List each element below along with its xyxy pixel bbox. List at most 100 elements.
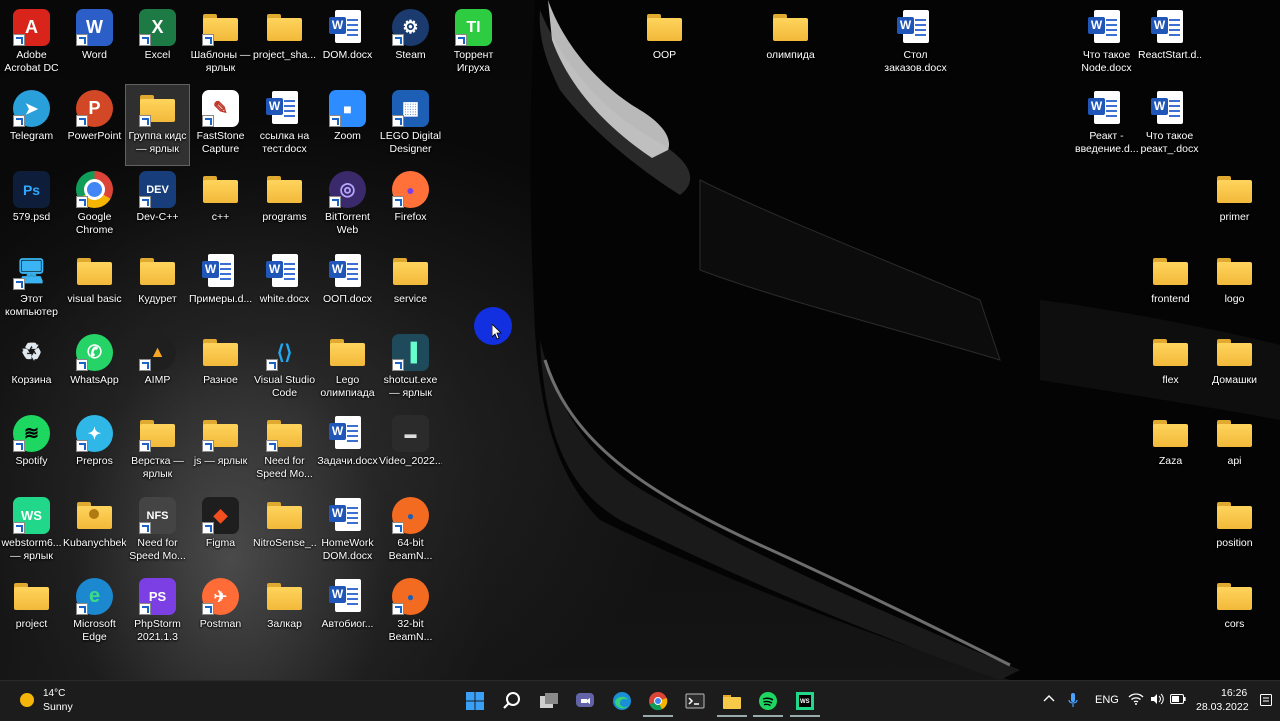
task-view-button[interactable] <box>534 687 564 715</box>
tray-battery[interactable] <box>1170 694 1186 707</box>
desktop-icon-frontend[interactable]: frontend <box>1139 248 1202 328</box>
desktop-icon-домашки[interactable]: Домашки <box>1203 329 1266 409</box>
folder-icon <box>1216 171 1253 208</box>
desktop-icon-programs[interactable]: programs <box>253 166 316 246</box>
desktop-icon-разное[interactable]: Разное <box>189 329 252 409</box>
taskbar-spotify[interactable] <box>753 687 783 717</box>
tray-volume[interactable] <box>1150 693 1164 708</box>
desktop-icon-что-такое-node-docx[interactable]: W Что такое Node.docx <box>1075 4 1138 84</box>
desktop-icon-ссылка-на-тест-docx[interactable]: Wссылка на тест.docx <box>253 85 316 165</box>
desktop-icon-project[interactable]: project <box>0 573 63 653</box>
desktop-icon-lego-digital-designer[interactable]: ▦ LEGO Digital Designer <box>379 85 442 165</box>
desktop-icon-группа-кидс-ярлык[interactable]: Группа кидс — ярлык <box>125 84 190 166</box>
language-indicator[interactable]: ENG <box>1095 694 1119 706</box>
taskbar-terminal[interactable] <box>680 687 710 715</box>
desktop-icon-dom-docx[interactable]: W DOM.docx <box>316 4 379 84</box>
desktop-icon-spotify[interactable]: ≋ Spotify <box>0 410 63 490</box>
desktop-icon-webstorm6-ярлык[interactable]: WS webstorm6... — ярлык <box>0 492 63 572</box>
taskbar-webstorm[interactable]: WS <box>790 687 820 717</box>
desktop-icon-оор[interactable]: ООР <box>633 4 696 84</box>
desktop-icon-lego-олимпиада[interactable]: Lego олимпиада <box>316 329 379 409</box>
desktop-icon-need-for-speed-mo[interactable]: NFS Need for Speed Mo... <box>126 492 189 572</box>
desktop-icon-корзина[interactable]: ♻ Корзина <box>0 329 63 409</box>
desktop-icon-faststone-capture[interactable]: ✎ FastStone Capture <box>189 85 252 165</box>
folder-icon <box>1216 415 1253 452</box>
clock-date[interactable]: 28.03.2022 <box>1196 701 1249 713</box>
desktop-icon-dev-c[interactable]: DEV Dev-C++ <box>126 166 189 246</box>
desktop-icon-need-for-speed-mo[interactable]: Need for Speed Mo... <box>253 410 316 490</box>
chat-button[interactable] <box>570 687 600 715</box>
desktop-icon-задачи-docx[interactable]: W Задачи.docx <box>316 410 379 490</box>
desktop-icon-logo[interactable]: logo <box>1203 248 1266 328</box>
desktop-icon-word[interactable]: W Word <box>63 4 126 84</box>
desktop-icon-telegram[interactable]: ➤ Telegram <box>0 85 63 165</box>
tray-microphone[interactable] <box>1068 692 1078 711</box>
clock-time[interactable]: 16:26 <box>1221 687 1247 699</box>
desktop-icon-залкар[interactable]: Залкар <box>253 573 316 653</box>
desktop-icon-этот-компьютер[interactable]: 🖥 Этот компьютер <box>0 248 63 328</box>
desktop-icon-service[interactable]: service <box>379 248 442 328</box>
desktop-icon-white-docx[interactable]: Wwhite.docx <box>253 248 316 328</box>
desktop-icon-nitrosense[interactable]: NitroSense_... <box>253 492 316 572</box>
weather-widget[interactable]: 14°C Sunny <box>14 687 104 715</box>
desktop-icon-shotcut-exe-ярлык[interactable]: ▐ shotcut.exe — ярлык <box>379 329 442 409</box>
taskbar-chrome[interactable] <box>643 687 673 717</box>
desktop-icon-excel[interactable]: X Excel <box>126 4 189 84</box>
tray-notifications[interactable] <box>1260 694 1272 709</box>
desktop-icon-primer[interactable]: primer <box>1203 166 1266 246</box>
desktop-icon-торрент-игруха[interactable]: TI Торрент Игруха <box>442 4 505 84</box>
desktop-icon-реакт-введение-d[interactable]: W Реакт - введение.d... <box>1075 85 1138 165</box>
desktop-icon-video-2022[interactable]: ▬ Video_2022... <box>379 410 442 490</box>
desktop-icon-что-такое-реакт-docx[interactable]: W Что такое реакт_.docx <box>1138 85 1201 165</box>
desktop-icon-prepros[interactable]: ✦ Prepros <box>63 410 126 490</box>
tray-chevron[interactable] <box>1043 693 1055 706</box>
desktop-icon-postman[interactable]: ✈ Postman <box>189 573 252 653</box>
desktop-icon-cors[interactable]: cors <box>1203 573 1266 653</box>
desktop-icon-bittorrent-web[interactable]: ◎ BitTorrent Web <box>316 166 379 246</box>
desktop-icon-visual-studio-code[interactable]: ⟨⟩ Visual Studio Code <box>253 329 316 409</box>
desktop-icon-microsoft-edge[interactable]: e Microsoft Edge <box>63 573 126 653</box>
desktop-icon-label: Что такое Node.docx <box>1081 49 1132 74</box>
desktop-icon-64-bit-beamn[interactable]: ● 64-bit BeamN... <box>379 492 442 572</box>
desktop-icon-label: Примеры.d... <box>189 293 252 305</box>
desktop-icon-js-ярлык[interactable]: js — ярлык <box>189 410 252 490</box>
desktop-icon-powerpoint[interactable]: P PowerPoint <box>63 85 126 165</box>
desktop-icon-32-bit-beamn[interactable]: ● 32-bit BeamN... <box>379 573 442 653</box>
start-button[interactable] <box>460 687 490 715</box>
desktop-icon-homework-dom-docx[interactable]: W HomeWork DOM.docx <box>316 492 379 572</box>
tray-network[interactable] <box>1128 693 1144 708</box>
desktop-icon-google-chrome[interactable]: Google Chrome <box>63 166 126 246</box>
desktop-icon-zaza[interactable]: Zaza <box>1139 410 1202 490</box>
desktop-icon-steam[interactable]: ⚙ Steam <box>379 4 442 84</box>
desktop-icon-label: Кудурет <box>138 293 177 305</box>
edge-icon <box>613 692 631 710</box>
desktop-icon-flex[interactable]: flex <box>1139 329 1202 409</box>
desktop-icon-579-psd[interactable]: Ps 579.psd <box>0 166 63 246</box>
desktop-icon-zoom[interactable]: ■ Zoom <box>316 85 379 165</box>
desktop-icon-c[interactable]: c++ <box>189 166 252 246</box>
desktop-icon-reactstart-d[interactable]: W ReactStart.d... <box>1138 4 1201 84</box>
taskbar-edge[interactable] <box>607 687 637 715</box>
desktop-icon-whatsapp[interactable]: ✆ WhatsApp <box>63 329 126 409</box>
desktop-icon-api[interactable]: api <box>1203 410 1266 490</box>
desktop-icon-кудурет[interactable]: Кудурет <box>126 248 189 328</box>
desktop-icon-phpstorm-2021-1-3[interactable]: PS PhpStorm 2021.1.3 <box>126 573 189 653</box>
desktop-icon-автобиог[interactable]: W Автобиог... <box>316 573 379 653</box>
desktop-icon-visual-basic[interactable]: visual basic <box>63 248 126 328</box>
desktop-icon-adobe-acrobat-dc[interactable]: A Adobe Acrobat DC <box>0 4 63 84</box>
desktop-icon-figma[interactable]: ◆ Figma <box>189 492 252 572</box>
desktop-icon-стол-заказов-docx[interactable]: W Стол заказов.docx <box>884 4 947 84</box>
desktop-icon-firefox[interactable]: ● Firefox <box>379 166 442 246</box>
desktop-icon-kubanychbek[interactable]: Kubanychbek <box>63 492 126 572</box>
taskbar-file-explorer[interactable] <box>717 687 747 717</box>
desktop-icon-верстка-ярлык[interactable]: Верстка — ярлык <box>126 410 189 490</box>
desktop-icon-ооп-docx[interactable]: W ООП.docx <box>316 248 379 328</box>
desktop-icon-примеры-d[interactable]: W Примеры.d... <box>189 248 252 328</box>
desktop-icon-aimp[interactable]: ▲ AIMP <box>126 329 189 409</box>
shortcut-arrow-icon <box>455 34 467 46</box>
desktop-icon-олимпида[interactable]: олимпида <box>759 4 822 84</box>
desktop-icon-project-sha[interactable]: project_sha... <box>253 4 316 84</box>
desktop-icon-position[interactable]: position <box>1203 492 1266 572</box>
desktop-icon-шаблоны-ярлык[interactable]: Шаблоны — ярлык <box>189 4 252 84</box>
search-button[interactable] <box>497 687 527 715</box>
